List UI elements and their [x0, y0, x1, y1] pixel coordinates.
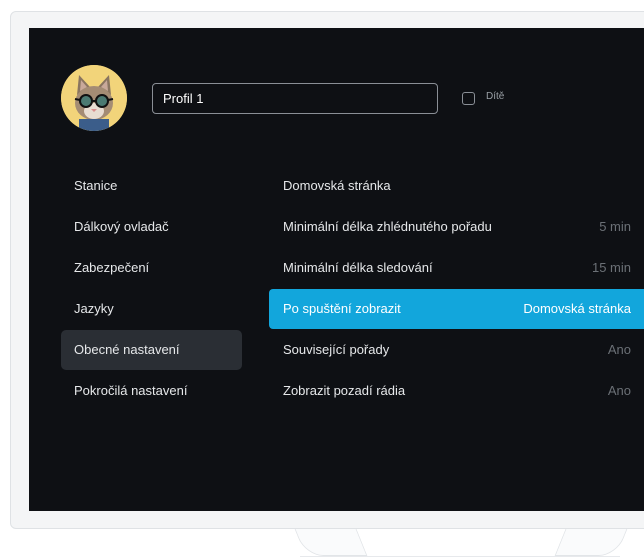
- setting-label: Po spuštění zobrazit: [283, 301, 401, 316]
- cat-avatar-icon[interactable]: [61, 65, 127, 131]
- setting-label: Minimální délka zhlédnutého pořadu: [283, 219, 492, 234]
- setting-label: Související pořady: [283, 342, 390, 357]
- setting-row-min-delka-zhlednuteho[interactable]: Minimální délka zhlédnutého pořadu 5 min: [269, 207, 644, 247]
- menu-item-stanice[interactable]: Stanice: [61, 166, 242, 206]
- child-checkbox-label: Dítě: [486, 91, 505, 102]
- tv-screen: Profil 1 Dítě Stanice Dálkový ovladač Za…: [29, 28, 644, 511]
- setting-label: Zobrazit pozadí rádia: [283, 383, 406, 398]
- setting-row-souvisejici-porady[interactable]: Související pořady Ano: [269, 330, 644, 370]
- setting-row-zobrazit-pozadi-radia[interactable]: Zobrazit pozadí rádia Ano: [269, 371, 644, 411]
- profile-name-input[interactable]: Profil 1: [152, 83, 438, 114]
- menu-item-pokrocila-nastaveni[interactable]: Pokročilá nastavení: [61, 371, 242, 411]
- setting-label: Domovská stránka: [283, 178, 391, 193]
- setting-row-po-spusteni-zobrazit[interactable]: Po spuštění zobrazit Domovská stránka: [269, 289, 644, 329]
- tv-stand-base: [300, 548, 620, 557]
- setting-value: 15 min: [591, 260, 631, 275]
- setting-value: Ano: [607, 383, 631, 398]
- menu-item-dalkovy-ovladac[interactable]: Dálkový ovladač: [61, 207, 242, 247]
- child-checkbox[interactable]: [462, 92, 475, 105]
- menu-item-zabezpeceni[interactable]: Zabezpečení: [61, 248, 242, 288]
- setting-value: Ano: [607, 342, 631, 357]
- setting-label: Minimální délka sledování: [283, 260, 433, 275]
- menu-item-obecne-nastaveni[interactable]: Obecné nastavení: [61, 330, 242, 370]
- menu-item-jazyky[interactable]: Jazyky: [61, 289, 242, 329]
- setting-value: Domovská stránka: [523, 301, 631, 316]
- setting-value: 5 min: [599, 219, 631, 234]
- setting-row-domovska-stranka[interactable]: Domovská stránka: [269, 166, 644, 206]
- setting-row-min-delka-sledovani[interactable]: Minimální délka sledování 15 min: [269, 248, 644, 288]
